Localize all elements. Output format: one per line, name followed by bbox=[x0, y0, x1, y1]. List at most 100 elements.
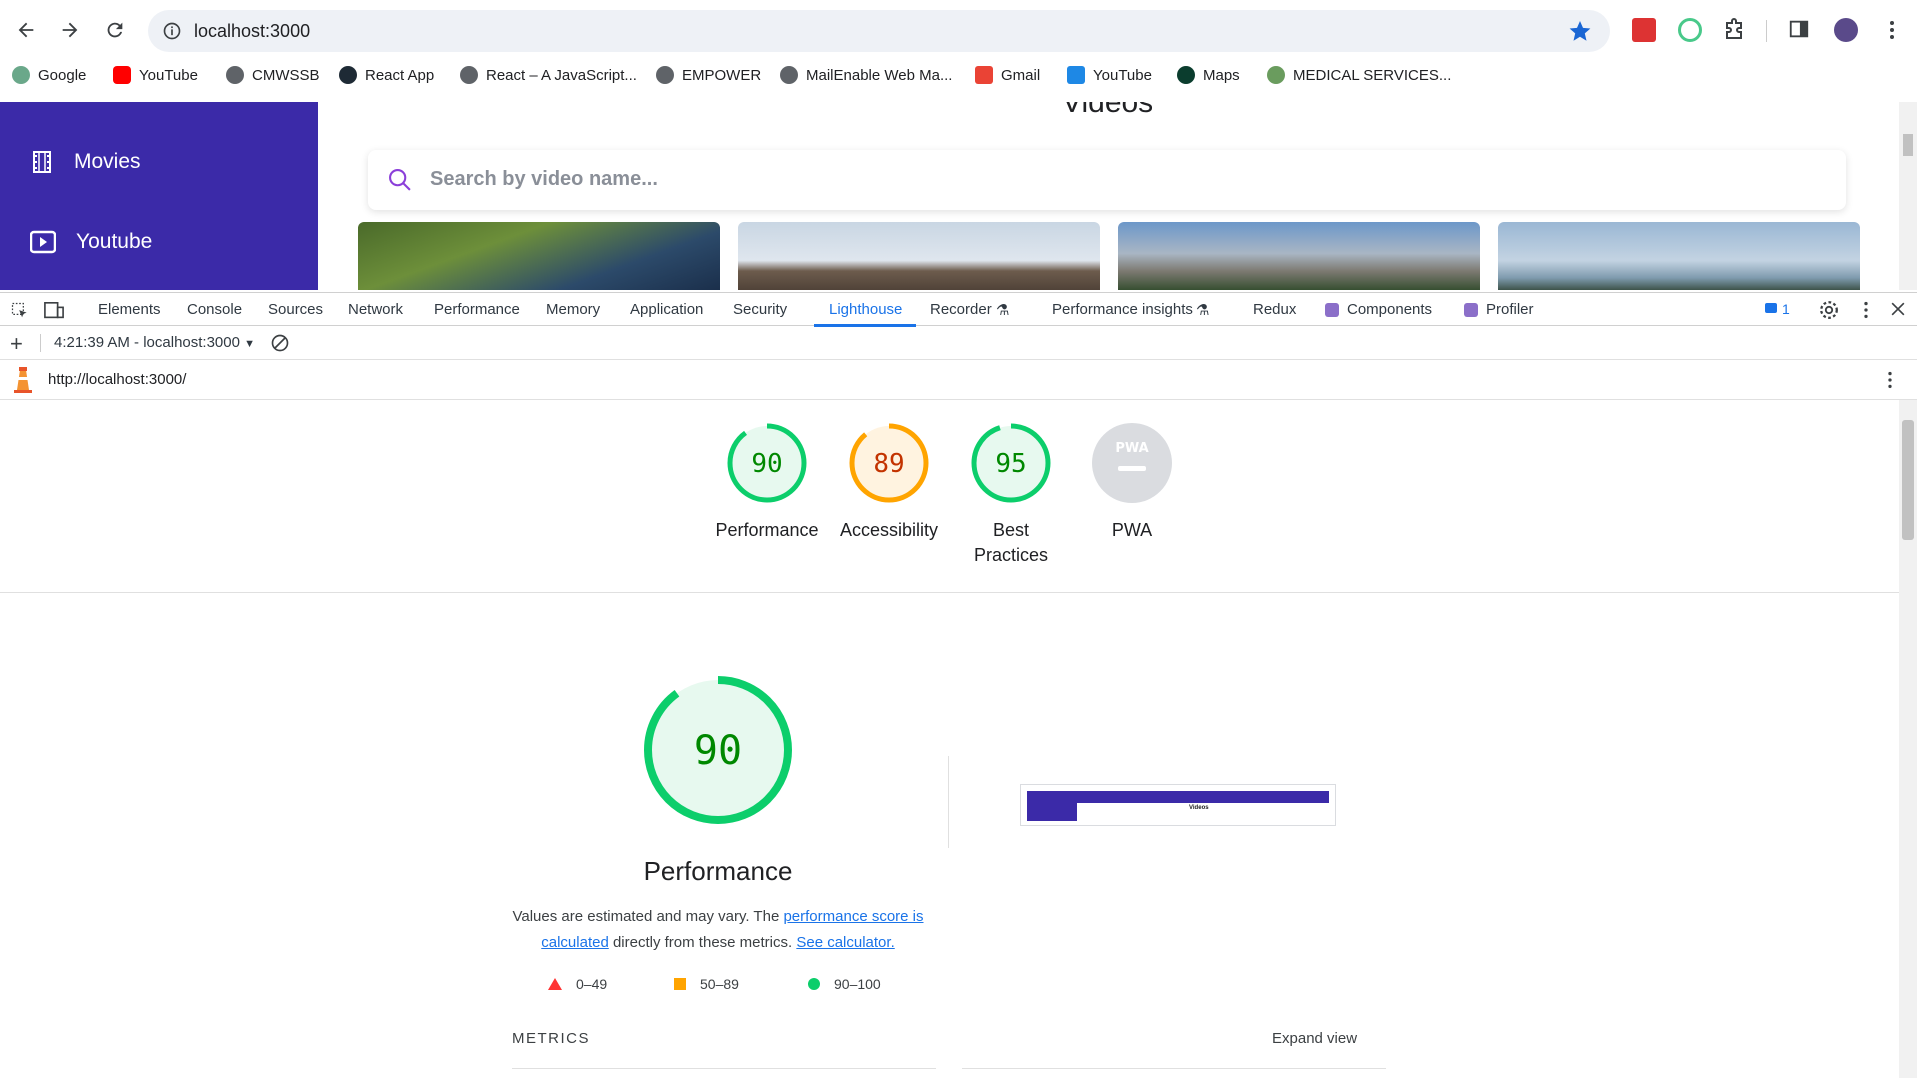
site-info-icon[interactable] bbox=[162, 21, 182, 46]
tab-recorder[interactable]: Recorder bbox=[930, 301, 992, 318]
bookmark-item[interactable]: EMPOWER bbox=[656, 66, 761, 84]
forward-button[interactable] bbox=[58, 18, 82, 42]
bookmark-star-icon[interactable] bbox=[1568, 19, 1592, 48]
report-url: http://localhost:3000/ bbox=[48, 371, 187, 388]
triangle-icon bbox=[548, 978, 562, 990]
bookmark-item[interactable]: Maps bbox=[1177, 66, 1240, 84]
bookmark-item[interactable]: CMWSSB bbox=[226, 66, 320, 84]
report-scrollbar-thumb[interactable] bbox=[1902, 420, 1914, 540]
extensions-puzzle-icon[interactable] bbox=[1722, 18, 1746, 42]
close-devtools-icon[interactable] bbox=[1888, 299, 1908, 323]
lighthouse-report: 90 Performance 89 Accessibility 95 Best P… bbox=[0, 400, 1899, 1078]
settings-gear-icon[interactable] bbox=[1818, 299, 1840, 325]
tab-profiler[interactable]: Profiler bbox=[1486, 301, 1534, 318]
devtools-menu-icon[interactable] bbox=[1856, 299, 1876, 325]
url-text[interactable]: localhost:3000 bbox=[194, 21, 310, 42]
video-thumbnail[interactable] bbox=[1118, 222, 1480, 290]
page-scrollbar[interactable] bbox=[1899, 102, 1917, 290]
sidebar-item-movies[interactable]: Movies bbox=[30, 150, 141, 174]
pwa-badge-text: PWA bbox=[1115, 441, 1148, 456]
profile-avatar[interactable] bbox=[1834, 18, 1858, 42]
bookmark-item[interactable]: React – A JavaScript... bbox=[460, 66, 637, 84]
globe-icon bbox=[226, 66, 244, 84]
report-url-bar: http://localhost:3000/ bbox=[0, 360, 1917, 400]
performance-description: Values are estimated and may vary. The p… bbox=[512, 908, 924, 951]
bookmark-item[interactable]: React App bbox=[339, 66, 434, 84]
tab-performance-insights[interactable]: Performance insights bbox=[1052, 301, 1193, 318]
report-selector[interactable]: 4:21:39 AM - localhost:3000 ▼ bbox=[54, 334, 255, 351]
address-bar[interactable]: localhost:3000 bbox=[148, 10, 1610, 52]
report-menu-icon[interactable] bbox=[1880, 369, 1900, 395]
gauge-label[interactable]: Performance bbox=[697, 518, 837, 543]
tab-console[interactable]: Console bbox=[187, 301, 242, 318]
gauge-label[interactable]: Accessibility bbox=[819, 518, 959, 543]
metrics-divider bbox=[512, 1068, 936, 1069]
column-separator bbox=[948, 756, 949, 848]
bookmark-item[interactable]: YouTube bbox=[1067, 66, 1152, 84]
gauge-score: 89 bbox=[873, 449, 904, 479]
tab-sources[interactable]: Sources bbox=[268, 301, 323, 318]
forward-arrow-icon bbox=[62, 22, 78, 38]
tab-components[interactable]: Components bbox=[1347, 301, 1432, 318]
extension-icon-2[interactable] bbox=[1678, 18, 1702, 42]
gauge-best-practices[interactable]: 95 bbox=[970, 422, 1052, 509]
gauge-label[interactable]: Best Practices bbox=[941, 518, 1081, 568]
expand-view-toggle[interactable]: Expand view bbox=[1272, 1030, 1357, 1047]
bookmark-item[interactable]: MailEnable Web Ma... bbox=[780, 66, 952, 84]
device-toolbar-icon[interactable] bbox=[43, 301, 65, 325]
tab-security[interactable]: Security bbox=[733, 301, 787, 318]
sidebar-item-youtube[interactable]: Youtube bbox=[30, 230, 152, 254]
bookmark-item[interactable]: Google bbox=[12, 66, 86, 84]
globe-icon bbox=[460, 66, 478, 84]
tab-application[interactable]: Application bbox=[630, 301, 703, 318]
tab-redux[interactable]: Redux bbox=[1253, 301, 1296, 318]
sidebar-item-label: Movies bbox=[74, 150, 141, 173]
page-scrollbar-thumb[interactable] bbox=[1903, 134, 1913, 156]
back-button[interactable] bbox=[14, 18, 38, 42]
inspect-element-icon[interactable] bbox=[10, 301, 30, 325]
tab-performance[interactable]: Performance bbox=[434, 301, 520, 318]
gmail-favicon-icon bbox=[975, 66, 993, 84]
bookmark-item[interactable]: MEDICAL SERVICES... bbox=[1267, 66, 1451, 84]
tab-network[interactable]: Network bbox=[348, 301, 403, 318]
tab-elements[interactable]: Elements bbox=[98, 301, 161, 318]
legend-item-fail: 0–49 bbox=[548, 976, 607, 992]
video-thumbnail[interactable] bbox=[1498, 222, 1860, 290]
video-thumbnail[interactable] bbox=[738, 222, 1100, 290]
video-search-input[interactable]: Search by video name... bbox=[368, 150, 1846, 210]
tab-lighthouse[interactable]: Lighthouse bbox=[829, 301, 902, 318]
experiment-flask-icon: ⚗ bbox=[996, 302, 1010, 319]
clear-reports-icon[interactable] bbox=[270, 333, 290, 357]
legend-item-average: 50–89 bbox=[674, 976, 739, 992]
react-favicon-icon bbox=[339, 66, 357, 84]
gauge-pwa[interactable]: PWA bbox=[1091, 422, 1173, 509]
bookmark-item[interactable]: Gmail bbox=[975, 66, 1040, 84]
bookmark-item[interactable]: YouTube bbox=[113, 66, 198, 84]
reload-button[interactable] bbox=[103, 18, 127, 42]
youtube-favicon-icon bbox=[113, 66, 131, 84]
browser-menu-icon[interactable] bbox=[1880, 18, 1904, 42]
page-screenshot-preview[interactable]: Videos bbox=[1020, 784, 1336, 826]
video-thumbnail[interactable] bbox=[358, 222, 720, 290]
tab-memory[interactable]: Memory bbox=[546, 301, 600, 318]
issues-count[interactable]: 1 bbox=[1782, 301, 1790, 317]
gauge-performance[interactable]: 90 bbox=[726, 422, 808, 509]
gauge-label[interactable]: PWA bbox=[1062, 518, 1202, 543]
side-panel-icon[interactable] bbox=[1788, 18, 1812, 42]
search-placeholder: Search by video name... bbox=[430, 168, 658, 190]
react-profiler-icon bbox=[1464, 303, 1478, 317]
reload-icon bbox=[107, 22, 123, 38]
globe-icon bbox=[656, 66, 674, 84]
app-sidebar: Movies Youtube bbox=[0, 102, 318, 290]
back-arrow-icon bbox=[18, 22, 34, 38]
gauge-accessibility[interactable]: 89 bbox=[848, 422, 930, 509]
new-report-plus-icon[interactable]: + bbox=[10, 331, 23, 357]
issues-icon[interactable] bbox=[1765, 303, 1777, 313]
extension-icon-1[interactable] bbox=[1632, 18, 1656, 42]
youtube-icon bbox=[30, 230, 56, 254]
maps-favicon-icon bbox=[1177, 66, 1195, 84]
see-calculator-link[interactable]: See calculator. bbox=[796, 934, 894, 951]
page-title: Videos bbox=[1062, 102, 1154, 119]
toolbar-divider bbox=[1766, 20, 1767, 42]
toolbar-divider bbox=[40, 334, 41, 352]
